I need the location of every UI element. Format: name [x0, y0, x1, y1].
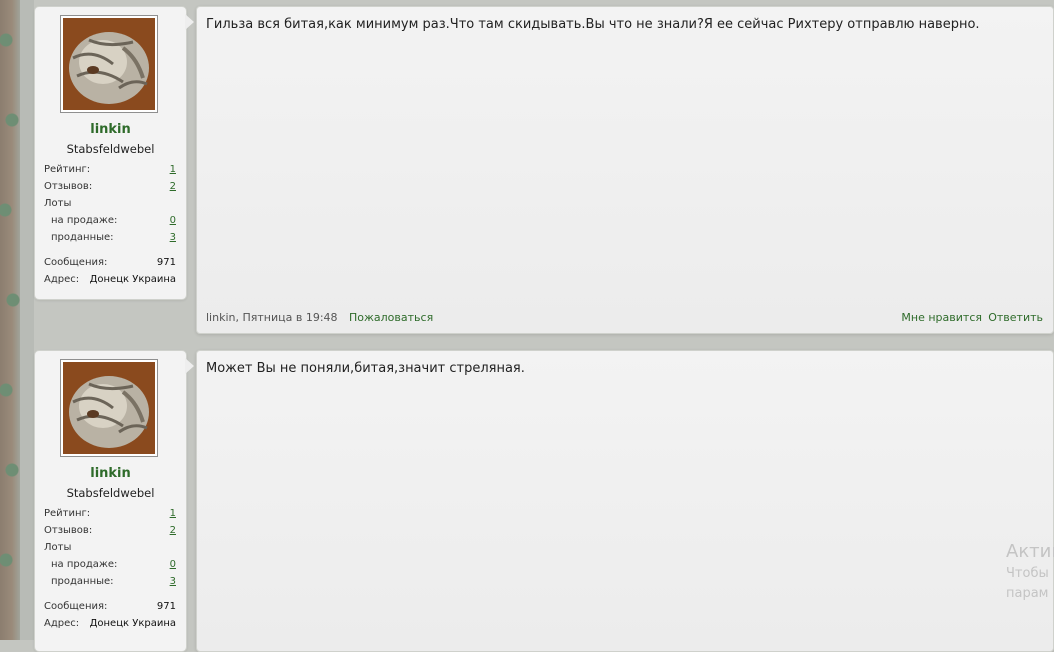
username[interactable]: linkin [35, 122, 186, 137]
rating-value[interactable]: 1 [170, 508, 176, 519]
lots-label: Лоты [44, 542, 72, 553]
reviews-label: Отзывов: [44, 181, 93, 192]
post: linkin Stabsfeldwebel Рейтинг: 1 Отзывов… [34, 0, 1054, 334]
address-value: Донецк Украина [89, 618, 176, 629]
messages-label: Сообщения: [44, 601, 108, 612]
background-pattern [0, 0, 20, 640]
reviews-value[interactable]: 2 [170, 181, 176, 192]
sold-label: проданные: [51, 232, 114, 243]
avatar[interactable] [60, 15, 158, 113]
message-body: Гильза вся битая,как минимум раз.Что там… [196, 6, 1054, 334]
on-sale-value[interactable]: 0 [170, 559, 176, 570]
user-card: linkin Stabsfeldwebel Рейтинг: 1 Отзывов… [34, 350, 187, 652]
rating-value[interactable]: 1 [170, 164, 176, 175]
post-author-time[interactable]: linkin, Пятница в 19:48 [206, 311, 338, 324]
watermark-line: Чтобы [1006, 566, 1049, 581]
post: linkin Stabsfeldwebel Рейтинг: 1 Отзывов… [34, 344, 1054, 652]
on-sale-value[interactable]: 0 [170, 215, 176, 226]
activation-watermark: Актив Чтобы парам [1006, 540, 1054, 604]
address-value: Донецк Украина [89, 274, 176, 285]
cat-avatar-image [63, 362, 155, 454]
watermark-line: парам [1006, 586, 1049, 601]
address-label: Адрес: [44, 618, 80, 629]
messages-value: 971 [156, 601, 176, 612]
on-sale-label: на продаже: [51, 559, 118, 570]
address-label: Адрес: [44, 274, 80, 285]
user-rank: Stabsfeldwebel [66, 486, 155, 500]
lots-label: Лоты [44, 198, 72, 209]
watermark-line: Актив [1006, 541, 1054, 562]
rating-label: Рейтинг: [44, 508, 91, 519]
sold-value[interactable]: 3 [170, 232, 176, 243]
message-text: Может Вы не поняли,битая,значит стреляна… [206, 361, 525, 376]
speech-arrow [185, 358, 194, 374]
like-link[interactable]: Мне нравится [901, 311, 982, 324]
sold-label: проданные: [51, 576, 114, 587]
user-card: linkin Stabsfeldwebel Рейтинг: 1 Отзывов… [34, 6, 187, 300]
avatar[interactable] [60, 359, 158, 457]
username[interactable]: linkin [35, 466, 186, 481]
reply-link[interactable]: Ответить [988, 311, 1043, 324]
reviews-label: Отзывов: [44, 525, 93, 536]
message-body: Может Вы не поняли,битая,значит стреляна… [196, 350, 1054, 652]
sold-value[interactable]: 3 [170, 576, 176, 587]
gutter [20, 0, 34, 640]
on-sale-label: на продаже: [51, 215, 118, 226]
cat-avatar-image [63, 18, 155, 110]
speech-arrow [185, 14, 194, 30]
user-rank: Stabsfeldwebel [66, 142, 155, 156]
report-link[interactable]: Пожаловаться [349, 311, 433, 324]
messages-label: Сообщения: [44, 257, 108, 268]
message-text: Гильза вся битая,как минимум раз.Что там… [206, 17, 980, 32]
message-footer: linkin, Пятница в 19:48 Пожаловаться Мне… [206, 311, 1043, 325]
rating-label: Рейтинг: [44, 164, 91, 175]
messages-value: 971 [156, 257, 176, 268]
reviews-value[interactable]: 2 [170, 525, 176, 536]
